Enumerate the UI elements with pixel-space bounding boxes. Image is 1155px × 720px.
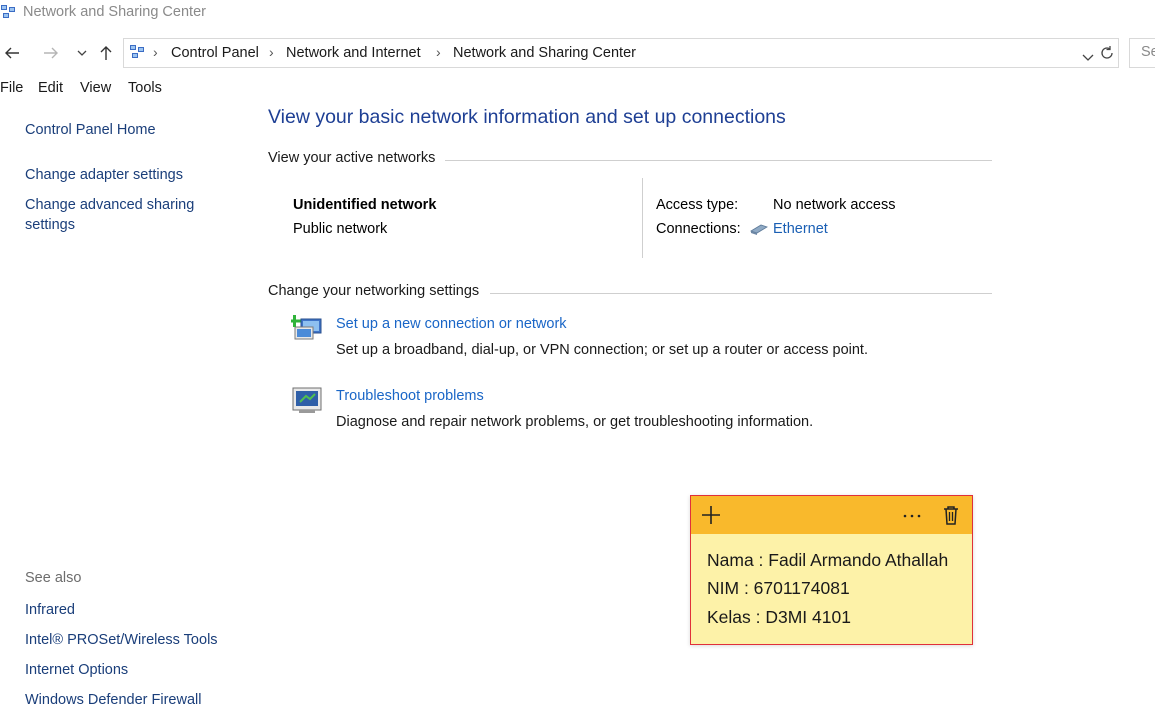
see-also-intel-proset-link[interactable]: Intel® PROSet/Wireless Tools — [25, 630, 218, 650]
sticky-note-line-kelas: Kelas : D3MI 4101 — [707, 607, 851, 627]
troubleshoot-problems-desc: Diagnose and repair network problems, or… — [336, 414, 814, 430]
sticky-note[interactable]: Nama : Fadil Armando Athallah NIM : 6701… — [690, 495, 973, 645]
address-bar[interactable]: › Control Panel › Network and Internet ›… — [123, 38, 1119, 68]
menu-file[interactable]: File — [0, 80, 23, 96]
control-panel-home-link[interactable]: Control Panel Home — [25, 120, 156, 140]
navigation-bar: › Control Panel › Network and Internet ›… — [0, 36, 1155, 70]
breadcrumb-network-and-internet[interactable]: Network and Internet — [286, 45, 421, 61]
page-title: View your basic network information and … — [268, 106, 786, 128]
menu-tools[interactable]: Tools — [128, 80, 162, 96]
window-title: Network and Sharing Center — [23, 4, 206, 20]
search-input[interactable]: Se — [1129, 38, 1155, 68]
section-divider — [490, 293, 992, 294]
search-placeholder: Se — [1141, 44, 1155, 60]
troubleshoot-icon — [291, 386, 325, 420]
section-divider — [445, 160, 992, 161]
network-info-divider — [642, 178, 643, 258]
breadcrumb-separator-icon: › — [269, 44, 274, 60]
network-center-icon — [0, 4, 16, 20]
network-name: Unidentified network — [293, 197, 437, 213]
sticky-note-header — [691, 496, 972, 534]
see-also-defender-firewall-link[interactable]: Windows Defender Firewall — [25, 690, 201, 710]
networking-settings-label: Change your networking settings — [268, 283, 480, 299]
see-also-label: See also — [25, 570, 82, 586]
ethernet-icon — [749, 222, 769, 240]
recent-locations-chevron-icon[interactable] — [72, 43, 92, 63]
change-advanced-sharing-link[interactable]: Change advanced sharing — [25, 195, 194, 215]
access-type-value: No network access — [773, 197, 896, 213]
access-type-label: Access type: — [656, 197, 739, 213]
delete-note-trash-icon[interactable] — [942, 505, 960, 529]
breadcrumb-network-sharing-center[interactable]: Network and Sharing Center — [453, 45, 636, 61]
refresh-icon[interactable] — [1099, 45, 1115, 65]
sticky-note-line-nim: NIM : 6701174081 — [707, 578, 850, 598]
change-adapter-settings-link[interactable]: Change adapter settings — [25, 165, 183, 185]
more-options-ellipsis-icon[interactable] — [901, 505, 923, 529]
active-networks-label: View your active networks — [268, 150, 436, 166]
setup-new-connection-link[interactable]: Set up a new connection or network — [336, 316, 567, 332]
back-arrow-icon[interactable] — [2, 43, 22, 63]
forward-arrow-icon[interactable] — [41, 43, 61, 63]
see-also-internet-options-link[interactable]: Internet Options — [25, 660, 128, 680]
menu-view[interactable]: View — [80, 80, 111, 96]
ethernet-connection-link[interactable]: Ethernet — [773, 221, 828, 237]
menu-edit[interactable]: Edit — [38, 80, 63, 96]
title-bar: Network and Sharing Center — [0, 0, 1155, 26]
control-panel-icon — [129, 44, 145, 64]
setup-new-connection-desc: Set up a broadband, dial-up, or VPN conn… — [336, 342, 868, 358]
new-connection-icon — [288, 313, 325, 347]
troubleshoot-problems-link[interactable]: Troubleshoot problems — [336, 388, 484, 404]
breadcrumb-separator-icon: › — [153, 44, 158, 60]
see-also-infrared-link[interactable]: Infrared — [25, 600, 75, 620]
sticky-note-line-nama: Nama : Fadil Armando Athallah — [707, 550, 949, 570]
change-advanced-sharing-link-line2[interactable]: settings — [25, 215, 75, 235]
add-note-plus-icon[interactable] — [701, 505, 721, 529]
address-dropdown-chevron-icon[interactable] — [1082, 50, 1094, 66]
breadcrumb-control-panel[interactable]: Control Panel — [171, 45, 259, 61]
network-profile: Public network — [293, 221, 388, 237]
up-arrow-icon[interactable] — [96, 43, 116, 63]
connections-label: Connections: — [656, 221, 741, 237]
breadcrumb-separator-icon: › — [436, 44, 441, 60]
